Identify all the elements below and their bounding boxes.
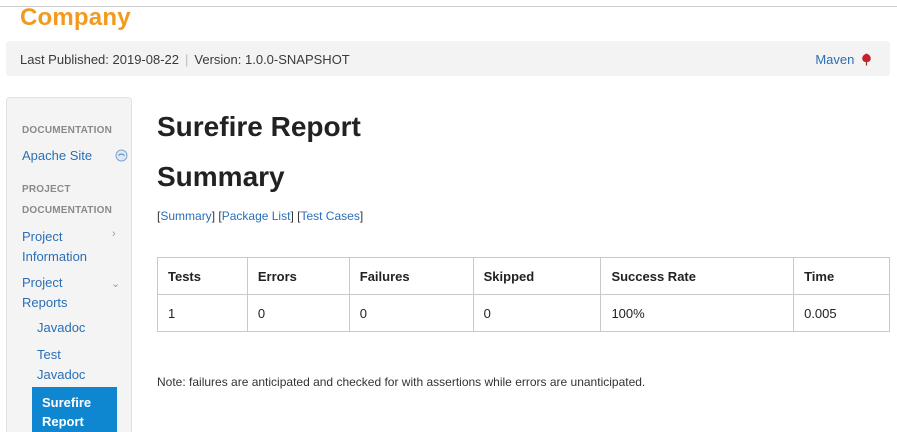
sidebar-item-test-javadoc[interactable]: Test Javadoc bbox=[37, 345, 85, 385]
external-link-icon bbox=[115, 149, 128, 167]
top-divider bbox=[0, 6, 897, 7]
nav-header-documentation: DOCUMENTATION bbox=[22, 125, 112, 136]
cell-skipped: 0 bbox=[472, 294, 602, 332]
package-list-link[interactable]: Package List bbox=[222, 209, 291, 223]
table-row: 1 0 0 0 100% 0.005 bbox=[157, 294, 890, 332]
nav-header-project-documentation-line1: PROJECT bbox=[22, 184, 71, 195]
column-header-tests: Tests bbox=[157, 257, 248, 295]
link-bracket: ] bbox=[359, 209, 364, 223]
banner-separator: | bbox=[185, 52, 189, 67]
summary-link[interactable]: Summary bbox=[160, 209, 211, 223]
sidebar-item-label: Project bbox=[22, 229, 63, 244]
summary-table: Tests Errors Failures Skipped Success Ra… bbox=[157, 257, 890, 332]
version-label: Version: 1.0.0-SNAPSHOT bbox=[194, 52, 350, 67]
sidebar-item-label: Surefire bbox=[42, 395, 92, 410]
column-header-success-rate: Success Rate bbox=[600, 257, 795, 295]
cell-time: 0.005 bbox=[793, 294, 890, 332]
sidebar-item-javadoc[interactable]: Javadoc bbox=[37, 318, 85, 338]
column-header-skipped: Skipped bbox=[472, 257, 602, 295]
cell-failures: 0 bbox=[348, 294, 474, 332]
page-title: Surefire Report bbox=[157, 111, 361, 142]
column-header-errors: Errors bbox=[246, 257, 350, 295]
sidebar-item-project-reports[interactable]: Project Reports bbox=[22, 273, 68, 313]
test-cases-link[interactable]: Test Cases bbox=[300, 209, 359, 223]
chevron-down-icon: ⌄ bbox=[111, 278, 121, 290]
sidebar-item-project-information[interactable]: Project Information bbox=[22, 227, 87, 267]
section-title: Summary bbox=[157, 161, 285, 192]
sidebar-item-label: Project bbox=[22, 275, 63, 290]
nav-header-project-documentation-line2: DOCUMENTATION bbox=[22, 205, 112, 216]
sidebar-item-label: Javadoc bbox=[37, 367, 86, 382]
sidebar-item-label: Test bbox=[37, 347, 61, 362]
cell-tests: 1 bbox=[157, 294, 248, 332]
link-bracket: ] bbox=[290, 209, 294, 223]
sidebar-nav: DOCUMENTATION Apache Site PROJECT DOCUME… bbox=[6, 97, 132, 432]
cell-success-rate: 100% bbox=[600, 294, 795, 332]
info-banner: Last Published: 2019-08-22 | Version: 1.0.… bbox=[6, 41, 890, 76]
column-header-failures: Failures bbox=[348, 257, 474, 295]
chevron-right-icon: › bbox=[112, 228, 116, 240]
section-links: [Summary] [Package List] [Test Cases] bbox=[157, 209, 363, 223]
link-bracket: ] bbox=[211, 209, 216, 223]
maven-feather-icon bbox=[861, 53, 872, 69]
cell-errors: 0 bbox=[246, 294, 350, 332]
brand-logo[interactable]: Company bbox=[20, 4, 131, 32]
maven-link[interactable]: Maven bbox=[815, 52, 872, 69]
sidebar-item-label: Report bbox=[42, 414, 84, 429]
sidebar-item-label: Reports bbox=[22, 295, 68, 310]
sidebar-item-label: Information bbox=[22, 249, 88, 264]
column-header-time: Time bbox=[793, 257, 890, 295]
publish-info: Last Published: 2019-08-22 | Version: 1.0.… bbox=[20, 52, 350, 67]
table-header-row: Tests Errors Failures Skipped Success Ra… bbox=[157, 257, 890, 295]
maven-link-label[interactable]: Maven bbox=[815, 52, 854, 67]
footnote: Note: failures are anticipated and check… bbox=[157, 375, 646, 389]
last-published: Last Published: 2019-08-22 bbox=[20, 52, 180, 67]
sidebar-item-apache-site[interactable]: Apache Site bbox=[22, 146, 92, 166]
sidebar-item-surefire-report[interactable]: Surefire Report bbox=[32, 387, 117, 432]
